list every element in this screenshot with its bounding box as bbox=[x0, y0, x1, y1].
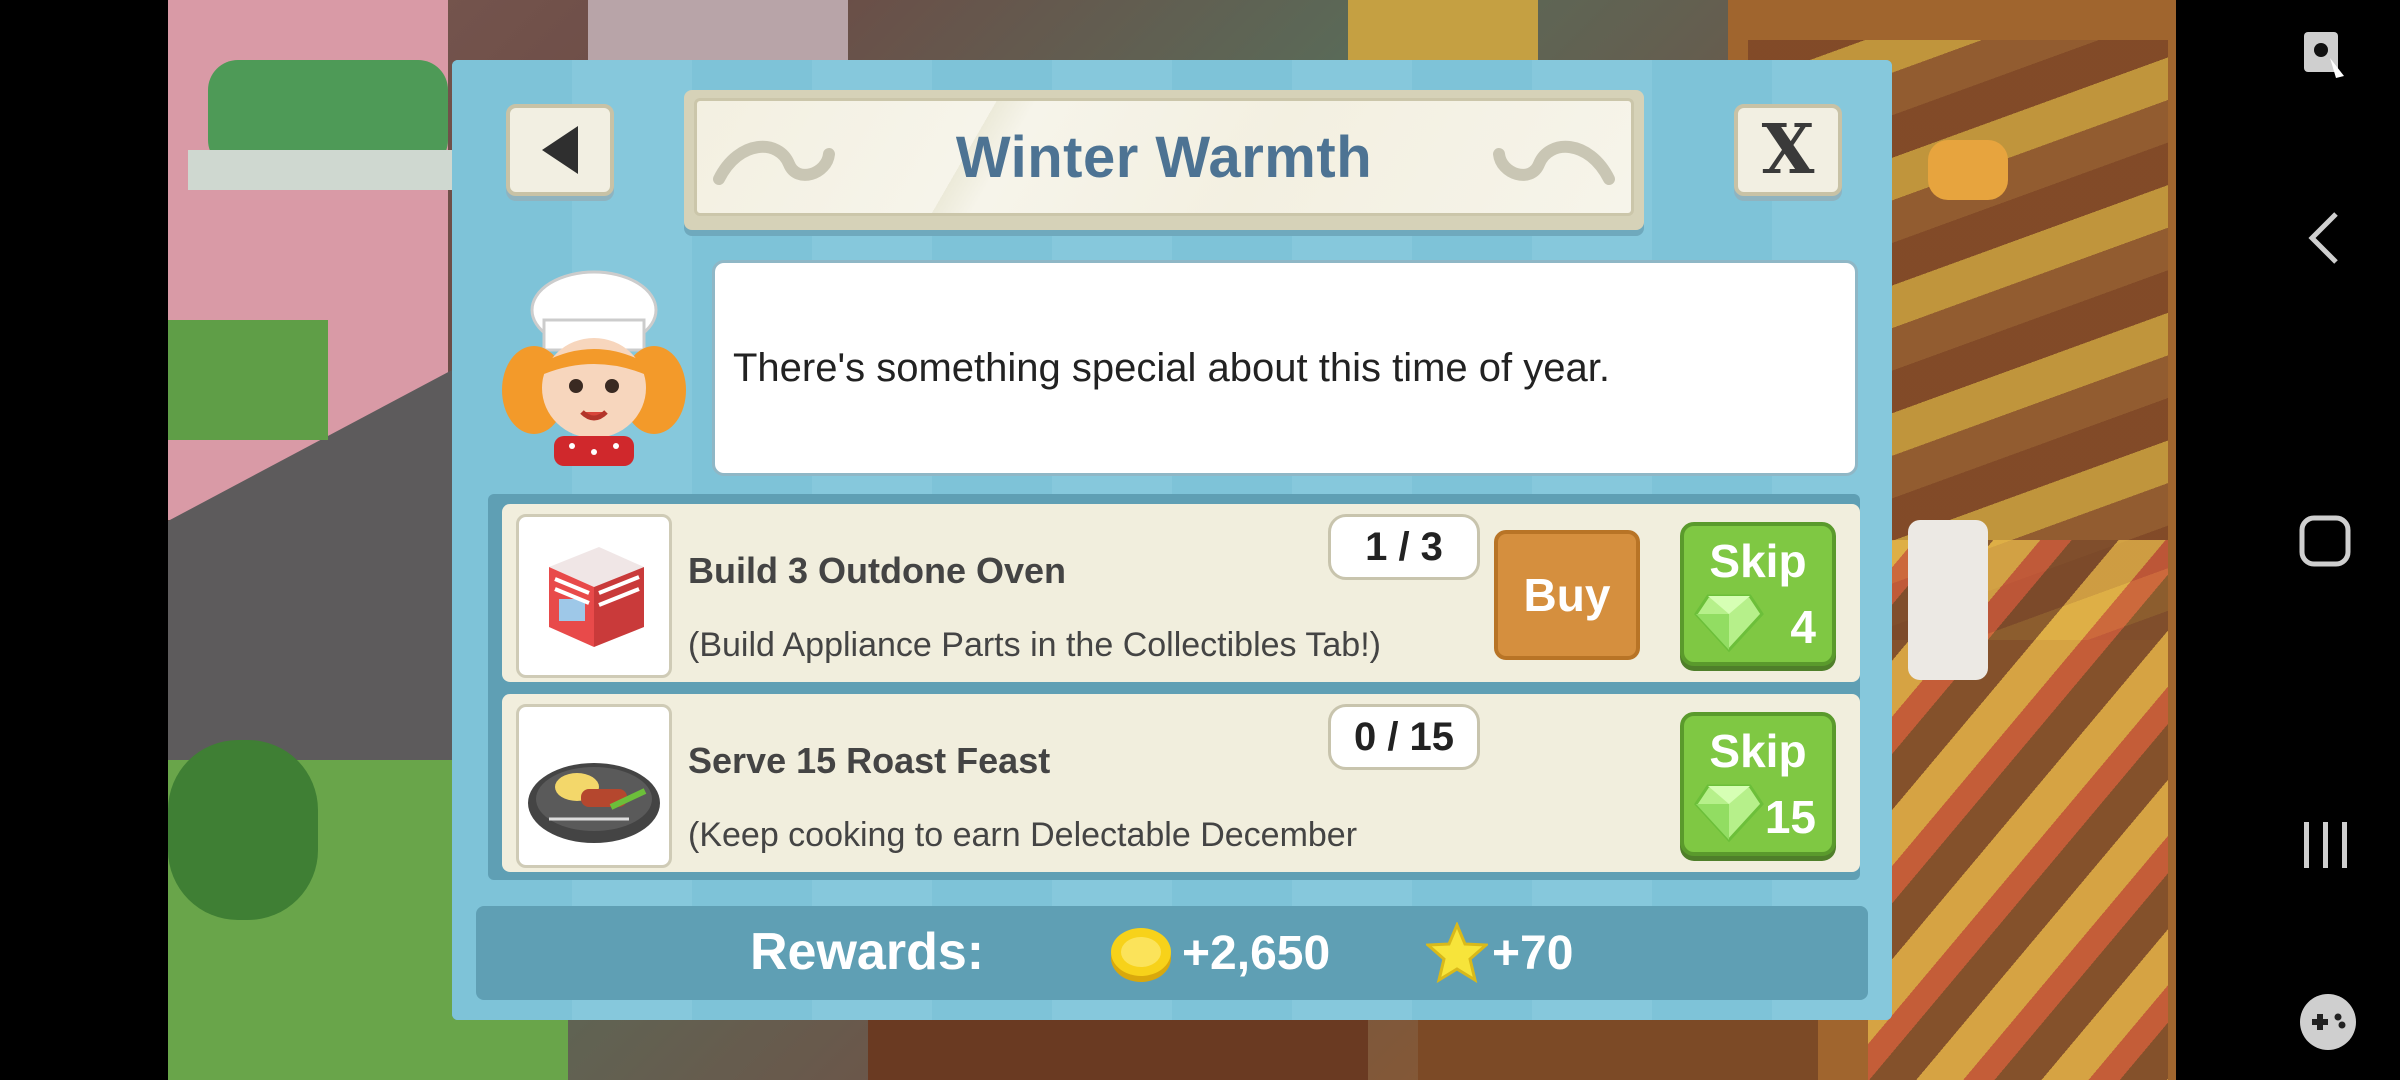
task-row: Serve 15 Roast Feast (Keep cooking to ea… bbox=[502, 694, 1860, 872]
roast-feast-thumbnail bbox=[516, 704, 672, 868]
task-progress: 0 / 15 bbox=[1328, 704, 1480, 770]
oven-thumbnail bbox=[516, 514, 672, 678]
roast-feast-icon bbox=[528, 763, 660, 843]
swirl-ornament-icon bbox=[1493, 140, 1615, 185]
star-icon bbox=[1426, 922, 1488, 984]
back-button[interactable] bbox=[506, 104, 614, 196]
task-row: Build 3 Outdone Oven (Build Appliance Pa… bbox=[502, 504, 1860, 682]
back-nav-icon[interactable] bbox=[2306, 210, 2342, 266]
title-banner: Winter Warmth bbox=[684, 90, 1644, 230]
swirl-ornament-icon bbox=[713, 140, 835, 185]
skip-button[interactable]: Skip 4 bbox=[1680, 522, 1836, 666]
chef-avatar bbox=[502, 270, 686, 466]
skip-button[interactable]: Skip 15 bbox=[1680, 712, 1836, 856]
dialog-title: Winter Warmth bbox=[955, 124, 1373, 190]
home-nav-icon[interactable] bbox=[2298, 514, 2352, 568]
quest-dialog: Winter Warmth X There's something specia… bbox=[452, 60, 1892, 1020]
task-list: Build 3 Outdone Oven (Build Appliance Pa… bbox=[488, 494, 1860, 880]
recents-nav-icon[interactable] bbox=[2300, 818, 2352, 872]
gem-icon bbox=[1694, 594, 1764, 653]
speech-text: There's something special about this tim… bbox=[733, 345, 1610, 390]
title-banner-inner: Winter Warmth bbox=[694, 98, 1634, 216]
task-description: (Build Appliance Parts in the Collectibl… bbox=[688, 626, 1381, 664]
task-progress: 1 / 3 bbox=[1328, 514, 1480, 580]
skip-cost: 15 bbox=[1764, 791, 1816, 843]
game-tools-icon[interactable] bbox=[2298, 992, 2358, 1052]
rewards-label: Rewards: bbox=[750, 923, 985, 981]
oven-icon bbox=[549, 547, 644, 647]
gem-icon bbox=[1694, 784, 1764, 843]
coin-reward: +2,650 bbox=[1182, 927, 1331, 980]
task-title: Serve 15 Roast Feast bbox=[688, 740, 1051, 781]
star-reward: +70 bbox=[1492, 927, 1574, 980]
task-description: (Keep cooking to earn Delectable Decembe… bbox=[688, 816, 1358, 854]
close-button[interactable]: X bbox=[1734, 104, 1842, 196]
task-title: Build 3 Outdone Oven bbox=[688, 550, 1067, 591]
speech-bubble: There's something special about this tim… bbox=[712, 260, 1858, 476]
coin-icon bbox=[1111, 928, 1171, 982]
screen-pin-icon[interactable] bbox=[2300, 28, 2356, 88]
buy-button[interactable]: Buy bbox=[1494, 530, 1640, 660]
skip-label: Skip bbox=[1709, 535, 1807, 587]
skip-cost: 4 bbox=[1790, 601, 1816, 653]
rewards-bar: Rewards: +2,650 +70 bbox=[476, 906, 1868, 1000]
skip-label: Skip bbox=[1709, 725, 1807, 777]
close-label: X bbox=[1761, 110, 1815, 190]
left-arrow-icon bbox=[542, 126, 578, 174]
